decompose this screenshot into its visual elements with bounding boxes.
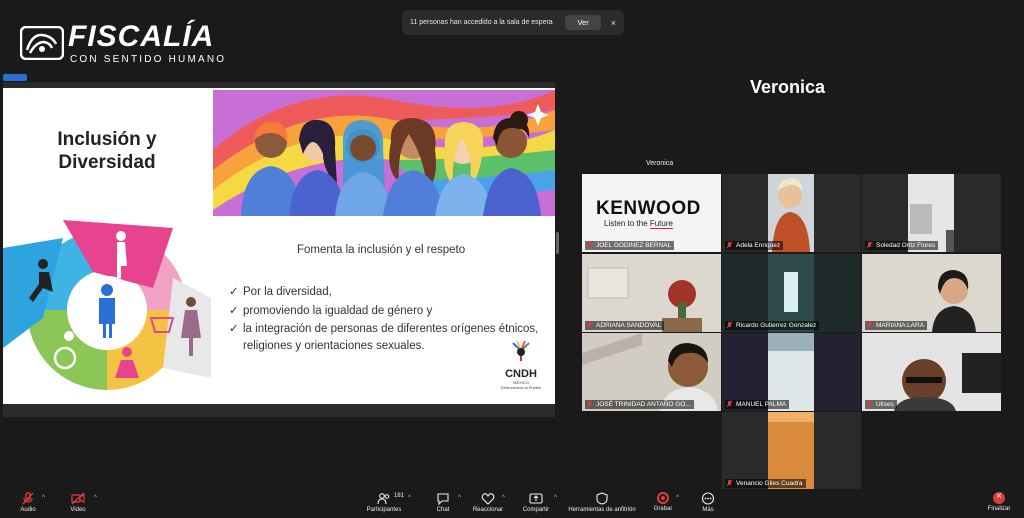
fiscalia-emblem-icon [20, 26, 64, 60]
video-tile[interactable]: Soledad Ortiz Flores [862, 174, 1001, 252]
video-tile[interactable]: Ricardo Gutierrez Gonzalez [722, 254, 861, 332]
end-call-icon [993, 491, 1005, 504]
end-meeting-button[interactable]: Finalizar [984, 491, 1014, 512]
record-icon [657, 492, 669, 504]
fiscalia-logo: FISCALÍA CON SENTIDO HUMANO [20, 20, 230, 68]
video-options-caret[interactable]: ^ [94, 495, 97, 501]
chat-options-caret[interactable]: ^ [458, 495, 461, 501]
participant-label: Soledad Ortiz Flores [865, 241, 939, 250]
cndh-emblem-icon [512, 340, 530, 361]
mic-muted-icon [867, 242, 873, 249]
split-view-handle[interactable] [556, 232, 559, 254]
slide-text-panel: Fomenta la inclusión y el respeto Por la… [213, 218, 555, 400]
waiting-room-notification: 11 personas han accedido a la sala de es… [402, 10, 624, 35]
participant-label: Venancio Giles Cuadra [725, 479, 806, 488]
chat-button[interactable]: Chat [430, 492, 456, 513]
mic-muted-icon [727, 480, 733, 487]
active-speaker-tag: Veronica [646, 160, 674, 167]
diversity-illustration [213, 90, 555, 216]
video-label: Video [70, 507, 86, 513]
logo-title: FISCALÍA [68, 20, 215, 53]
mic-muted-icon [587, 401, 593, 408]
mic-muted-icon [727, 322, 733, 329]
close-icon[interactable]: × [611, 18, 616, 28]
share-label: Compartir [522, 507, 550, 513]
react-label: Reaccionar [472, 507, 504, 513]
more-button[interactable]: Más [698, 492, 718, 513]
participant-label: JOEL GODINEZ BERNAL [585, 241, 675, 250]
participants-icon [377, 493, 390, 505]
waiting-room-message: 11 personas han accedido a la sala de es… [410, 19, 553, 26]
kenwood-tagline: Listen to the Future [604, 219, 673, 229]
end-label: Finalizar [987, 506, 1011, 512]
participant-label: Ulises [865, 400, 897, 409]
mic-muted-icon [22, 492, 34, 505]
video-tile[interactable]: Adela Enriquez [722, 174, 861, 252]
record-button[interactable]: Grabar [650, 492, 676, 512]
slide-title-line-1: Inclusión y [57, 129, 157, 151]
video-tile[interactable]: MANUEL PALMA [722, 333, 861, 411]
slide-bullet: Por la diversidad, [229, 284, 547, 301]
participants-options-caret[interactable]: ^ [408, 495, 411, 501]
react-button[interactable]: Reaccionar [470, 492, 506, 513]
video-button[interactable]: Video [64, 492, 92, 513]
active-speaker-name: Veronica [750, 77, 826, 97]
slide-heading: Fomenta la inclusión y el respeto [297, 244, 466, 256]
meeting-toolbar: Audio ^ Video ^ Participantes 181 ^ Chat… [0, 489, 1024, 518]
video-tile[interactable]: KENWOOD Listen to the Future JOEL GODINE… [582, 174, 721, 252]
shared-slide: Inclusión y Diversidad Fomenta la inclus… [3, 88, 555, 404]
mic-muted-icon [727, 401, 733, 408]
video-tile[interactable]: JOSÉ TRINIDAD ANTAÑO GO... [582, 333, 721, 411]
share-screen-icon [529, 493, 543, 504]
react-options-caret[interactable]: ^ [502, 495, 505, 501]
mic-muted-icon [587, 242, 593, 249]
video-tile[interactable]: Ulises [862, 333, 1001, 411]
cndh-motto: Defendemos al Pueblo [500, 385, 542, 390]
video-off-icon [71, 492, 85, 505]
shield-icon [596, 492, 608, 505]
participants-label: Participantes [366, 507, 402, 513]
slide-title: Inclusión y Diversidad [3, 88, 211, 216]
view-waiting-room-button[interactable]: Ver [565, 15, 601, 30]
participant-label: MANUEL PALMA [725, 400, 790, 409]
inclusion-circle-graphic [3, 218, 211, 400]
participants-count: 181 [394, 493, 405, 499]
more-dots-icon [701, 492, 715, 505]
cndh-logo: CNDH MÉXICO Defendemos al Pueblo [499, 339, 543, 390]
record-label: Grabar [653, 506, 673, 512]
audio-options-caret[interactable]: ^ [42, 495, 45, 501]
record-options-caret[interactable]: ^ [676, 495, 679, 501]
mic-muted-icon [867, 322, 873, 329]
participant-label: Adela Enriquez [725, 241, 784, 250]
audio-label: Audio [20, 507, 36, 513]
participant-label: JOSÉ TRINIDAD ANTAÑO GO... [585, 400, 694, 409]
host-tools-label: Herramientas de anfitrión [568, 507, 636, 513]
share-options-caret[interactable]: ^ [554, 495, 557, 501]
mic-muted-icon [867, 401, 873, 408]
kenwood-logo: KENWOOD [596, 198, 701, 219]
video-tile[interactable]: Venancio Giles Cuadra [722, 412, 861, 490]
participant-label: MARIANA LARA [865, 321, 928, 330]
host-tools-button[interactable]: Herramientas de anfitrión [564, 492, 640, 513]
slide-bullet: promoviendo la igualdad de género y [229, 303, 547, 320]
video-tile[interactable]: MARIANA LARA [862, 254, 1001, 332]
audio-button[interactable]: Audio [14, 492, 42, 513]
participant-label: Ricardo Gutierrez Gonzalez [725, 321, 820, 330]
screen-share-indicator[interactable] [3, 74, 27, 81]
accessibility-icons-graphic [3, 218, 211, 400]
diverse-people-illustration [213, 90, 555, 216]
more-label: Más [702, 507, 714, 513]
chat-bubble-icon [437, 493, 449, 505]
participant-label: ADRIANA SANDOVAL [585, 321, 665, 330]
cndh-name: CNDH [505, 368, 537, 380]
heart-icon [481, 493, 495, 505]
chat-label: Chat [436, 507, 450, 513]
mic-muted-icon [587, 322, 593, 329]
logo-subtitle: CON SENTIDO HUMANO [70, 54, 227, 65]
slide-title-line-2: Diversidad [58, 152, 156, 173]
mic-muted-icon [727, 242, 733, 249]
video-tile[interactable]: ADRIANA SANDOVAL [582, 254, 721, 332]
share-button[interactable]: Compartir [518, 492, 554, 513]
